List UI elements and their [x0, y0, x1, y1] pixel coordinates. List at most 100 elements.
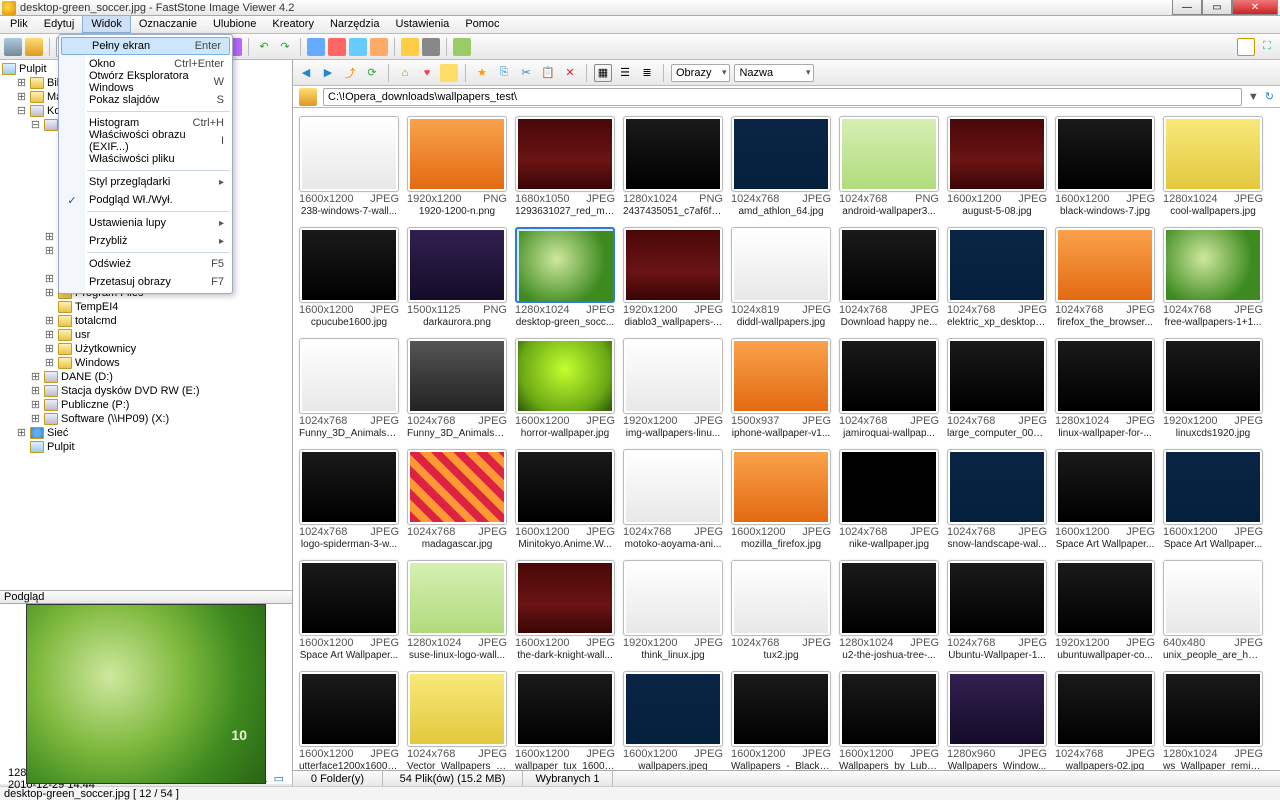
undo-icon[interactable]: ↶ [255, 38, 273, 56]
thumbnail[interactable]: 1024x768JPEGsnow-landscape-wal... [947, 449, 1047, 550]
sort-dropdown[interactable]: Nazwa [734, 64, 814, 82]
menu-item[interactable]: Przybliż▸ [59, 232, 232, 250]
thumbnail[interactable]: 1600x1200JPEGMinitokyo.Anime.W... [515, 449, 615, 550]
thumbnail[interactable]: 1600x1200JPEGSpace Art Wallpaper... [1163, 449, 1263, 550]
thumbnail[interactable]: 1600x1200JPEGutterface1200x1600.j... [299, 671, 399, 770]
thumbnail[interactable]: 1920x1200JPEGubuntuwallpaper-co... [1055, 560, 1155, 661]
thumbnail[interactable]: 1600x1200JPEGcpucube1600.jpg [299, 227, 399, 328]
thumbnail[interactable]: 1024x768JPEGlogo-spiderman-3-w... [299, 449, 399, 550]
thumbnail[interactable]: 1024x768PNGandroid-wallpaper3... [839, 116, 939, 217]
copy-icon[interactable]: ⎘ [495, 64, 513, 82]
menu-pomoc[interactable]: Pomoc [457, 16, 507, 33]
wallpaper-icon[interactable] [453, 38, 471, 56]
thumbnail[interactable]: 1280x1024JPEGcool-wallpapers.jpg [1163, 116, 1263, 217]
jpeg-icon[interactable] [370, 38, 388, 56]
thumbnail[interactable]: 1600x1200JPEGblack-windows-7.jpg [1055, 116, 1155, 217]
thumbnail[interactable]: 1280x960JPEGWallpapers_Window... [947, 671, 1047, 770]
thumbnail[interactable]: 1600x1200JPEGWallpapers_by_Lubel... [839, 671, 939, 770]
menu-narzędzia[interactable]: Narzędzia [322, 16, 388, 33]
details-view-icon[interactable]: ≣ [638, 64, 656, 82]
tree-node[interactable]: ⊞DANE (D:) [2, 370, 290, 384]
delete-icon[interactable]: ✕ [561, 64, 579, 82]
thumbnail[interactable]: 1920x1200JPEGlinuxcds1920.jpg [1163, 338, 1263, 439]
nav-fwd-icon[interactable]: ▶ [319, 64, 337, 82]
menu-item[interactable]: Otwórz Eksploratora WindowsW [59, 73, 232, 91]
go-icon[interactable]: ↻ [1265, 90, 1274, 103]
thumbnail[interactable]: 1600x1200JPEGwallpaper_tux_1600.j... [515, 671, 615, 770]
fullscreen-icon[interactable]: ⛶ [1258, 38, 1276, 56]
list-view-icon[interactable]: ☰ [616, 64, 634, 82]
thumbnail[interactable]: 1024x768JPEGtux2.jpg [731, 560, 831, 661]
thumbnail[interactable]: 1600x1200JPEG238-windows-7-wall... [299, 116, 399, 217]
thumbnail[interactable]: 640x480JPEGunix_people_are_hap... [1163, 560, 1263, 661]
menu-item[interactable]: OdświeżF5 [59, 255, 232, 273]
dual-pane-icon[interactable] [1237, 38, 1255, 56]
thumbnail[interactable]: 1024x768JPEGmadagascar.jpg [407, 449, 507, 550]
paste-icon[interactable]: 📋 [539, 64, 557, 82]
thumbnail[interactable]: 1920x1200JPEGthink_linux.jpg [623, 560, 723, 661]
thumbnail[interactable]: 1024x819JPEGdiddl-wallpapers.jpg [731, 227, 831, 328]
tree-node[interactable]: Pulpit [2, 440, 290, 454]
tree-node[interactable]: ⊞Sieć [2, 426, 290, 440]
zoom-fit-icon[interactable]: ▭ [274, 772, 284, 785]
email-icon[interactable] [401, 38, 419, 56]
thumbnail[interactable]: 1024x768JPEGDownload happy ne... [839, 227, 939, 328]
view-menu-dropdown[interactable]: Pełny ekranEnterOknoCtrl+EnterOtwórz Eks… [58, 34, 233, 294]
thumbnail[interactable]: 1280x1024JPEGdesktop-green_socc... [515, 227, 615, 328]
thumbnail[interactable]: 1600x1200JPEGSpace Art Wallpaper... [299, 560, 399, 661]
menu-plik[interactable]: Plik [2, 16, 36, 33]
thumbnail[interactable]: 1600x1200JPEGmozilla_firefox.jpg [731, 449, 831, 550]
path-input[interactable]: C:\!Opera_downloads\wallpapers_test\ [323, 88, 1242, 106]
menu-ustawienia[interactable]: Ustawienia [388, 16, 458, 33]
print-icon[interactable] [422, 38, 440, 56]
maximize-button[interactable]: ▭ [1202, 0, 1232, 15]
thumbs-view-icon[interactable]: ▦ [594, 64, 612, 82]
thumbnail[interactable]: 1024x768JPEGUbuntu-Wallpaper-1... [947, 560, 1047, 661]
menu-item[interactable]: Przetasuj obrazyF7 [59, 273, 232, 291]
thumbnail[interactable]: 1280x1024JPEGlinux-wallpaper-for-... [1055, 338, 1155, 439]
tree-node[interactable]: TempEI4 [2, 300, 290, 314]
thumbnail[interactable]: 1600x1200JPEGhorror-wallpaper.jpg [515, 338, 615, 439]
cut-icon[interactable]: ✂ [517, 64, 535, 82]
refresh-icon[interactable]: ⟳ [363, 64, 381, 82]
menu-item[interactable]: Pełny ekranEnter [61, 37, 230, 55]
menu-edytuj[interactable]: Edytuj [36, 16, 83, 33]
menu-item[interactable]: Pokaz slajdówS [59, 91, 232, 109]
thumbnail[interactable]: 1680x1050JPEG1293631027_red_mot... [515, 116, 615, 217]
add-folder-icon[interactable] [25, 38, 43, 56]
menu-item[interactable]: Ustawienia lupy▸ [59, 214, 232, 232]
thumbnail[interactable]: 1600x1200JPEGaugust-5-08.jpg [947, 116, 1047, 217]
thumbnail[interactable]: 1600x1200JPEGWallpapers_-_Black_... [731, 671, 831, 770]
thumbnail[interactable]: 1024x768JPEGamd_athlon_64.jpg [731, 116, 831, 217]
tree-node[interactable]: ⊞Windows [2, 356, 290, 370]
thumbnail[interactable]: 1024x768JPEGmotoko-aoyama-ani... [623, 449, 723, 550]
tree-node[interactable]: ⊞Software (\\HP09) (X:) [2, 412, 290, 426]
thumbnail[interactable]: 1280x1024JPEGu2-the-joshua-tree-... [839, 560, 939, 661]
thumbnail[interactable]: 1024x768JPEGfirefox_the_browser... [1055, 227, 1155, 328]
thumbnail[interactable]: 1024x768JPEGVector_Wallpapers_0... [407, 671, 507, 770]
thumbnail[interactable]: 1600x1200JPEGwallpapers.jpeg [623, 671, 723, 770]
thumbnail[interactable]: 1024x768JPEGFunny_3D_Animals_... [299, 338, 399, 439]
thumbnail[interactable]: 1920x1200JPEGimg-wallpapers-linu... [623, 338, 723, 439]
thumbnail[interactable]: 1024x768JPEGFunny_3D_Animals_... [407, 338, 507, 439]
thumbnail[interactable]: 1500x937JPEGiphone-wallpaper-v1... [731, 338, 831, 439]
thumbnail[interactable]: 1024x768JPEGelektric_xp_desktop_... [947, 227, 1047, 328]
thumbnail[interactable]: 1024x768JPEGlarge_computer_001... [947, 338, 1047, 439]
nav-up-icon[interactable]: ⤴ [341, 64, 359, 82]
home-icon[interactable]: ⌂ [396, 64, 414, 82]
minimize-button[interactable]: — [1172, 0, 1202, 15]
fav-icon[interactable]: ♥ [418, 64, 436, 82]
menu-oznaczanie[interactable]: Oznaczanie [131, 16, 205, 33]
thumbnail[interactable]: 1600x1200JPEGSpace Art Wallpaper... [1055, 449, 1155, 550]
menu-item[interactable]: ✓Podgląd Wł./Wył. [59, 191, 232, 209]
thumbnail[interactable]: 1024x768JPEGjamiroquai-wallpap... [839, 338, 939, 439]
menu-item[interactable]: Styl przeglądarki▸ [59, 173, 232, 191]
thumbnail[interactable]: 1500x1125PNGdarkaurora.png [407, 227, 507, 328]
close-button[interactable]: ✕ [1232, 0, 1278, 15]
history-icon[interactable] [440, 64, 458, 82]
compare-icon[interactable] [307, 38, 325, 56]
menu-ulubione[interactable]: Ulubione [205, 16, 264, 33]
tree-node[interactable]: ⊞usr [2, 328, 290, 342]
thumbnail[interactable]: 1920x1200JPEGdiablo3_wallpapers-... [623, 227, 723, 328]
batch-icon[interactable] [328, 38, 346, 56]
